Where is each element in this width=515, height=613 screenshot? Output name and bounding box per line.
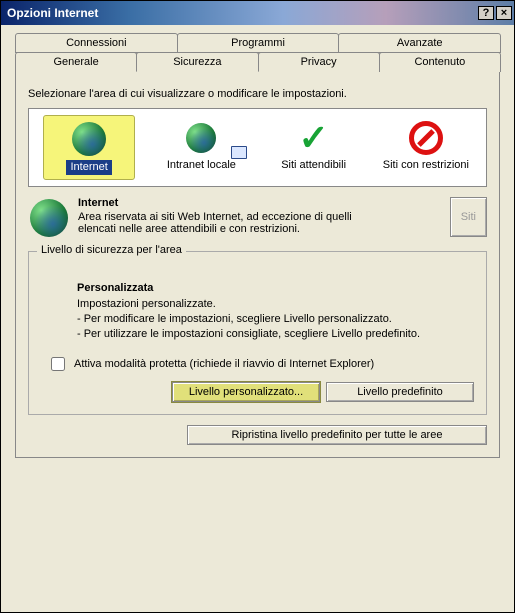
zone-internet[interactable]: Internet [43,115,135,180]
zone-label: Internet [66,160,111,175]
globe-icon [28,197,70,237]
tab-sicurezza[interactable]: Sicurezza [136,52,258,72]
security-level-line: - Per utilizzare le impostazioni consigl… [77,327,472,342]
tabs-row-front: Generale Sicurezza Privacy Contenuto [15,52,500,72]
intranet-icon [157,119,245,157]
restricted-icon [382,119,470,157]
security-level-body: Personalizzata Impostazioni personalizza… [77,282,472,342]
tab-avanzate[interactable]: Avanzate [338,33,501,53]
reset-row: Ripristina livello predefinito per tutte… [28,425,487,445]
tab-contenuto[interactable]: Contenuto [379,52,501,72]
zone-description: Internet Area riservata ai siti Web Inte… [78,197,361,237]
tabs-row-back: Connessioni Programmi Avanzate [15,33,500,53]
sites-button[interactable]: Siti [450,197,487,237]
window: Opzioni Internet ? × Connessioni Program… [0,0,515,613]
zone-restricted[interactable]: Siti con restrizioni [380,115,472,176]
window-title: Opzioni Internet [7,6,476,20]
check-icon: ✓ [270,119,358,157]
close-icon[interactable]: × [496,6,512,20]
globe-icon [46,120,132,158]
help-icon[interactable]: ? [478,6,494,20]
security-level-line: - Per modificare le impostazioni, scegli… [77,312,472,327]
zones-list: Internet Intranet locale ✓ Siti attendib… [28,108,487,187]
zone-instruction: Selezionare l'area di cui visualizzare o… [28,88,487,100]
dialog-body: Connessioni Programmi Avanzate Generale … [1,25,514,472]
tab-programmi[interactable]: Programmi [177,33,340,53]
protected-mode-label: Attiva modalità protetta (richiede il ri… [74,358,374,370]
security-level-legend: Livello di sicurezza per l'area [37,244,186,256]
zone-trusted[interactable]: ✓ Siti attendibili [268,115,360,176]
custom-level-button[interactable]: Livello personalizzato... [172,382,320,402]
zone-description-row: Internet Area riservata ai siti Web Inte… [28,197,487,237]
security-level-line: Impostazioni personalizzate. [77,297,472,312]
reset-all-button[interactable]: Ripristina livello predefinito per tutte… [187,425,487,445]
zone-label: Siti con restrizioni [383,159,469,171]
security-buttons-row: Livello personalizzato... Livello predef… [41,382,474,402]
zone-label: Intranet locale [167,159,236,171]
tab-privacy[interactable]: Privacy [258,52,380,72]
tab-panel: Selezionare l'area di cui visualizzare o… [15,71,500,458]
security-level-heading: Personalizzata [77,282,472,294]
default-level-button[interactable]: Livello predefinito [326,382,474,402]
zone-intranet[interactable]: Intranet locale [155,115,247,176]
tab-connessioni[interactable]: Connessioni [15,33,178,53]
zone-desc-heading: Internet [78,197,361,209]
security-level-group: Livello di sicurezza per l'area Personal… [28,251,487,415]
zone-label: Siti attendibili [281,159,346,171]
tab-generale[interactable]: Generale [15,52,137,72]
protected-mode-checkbox[interactable] [51,357,65,371]
protected-mode-row[interactable]: Attiva modalità protetta (richiede il ri… [47,354,474,374]
titlebar: Opzioni Internet ? × [1,1,514,25]
zone-desc-text: Area riservata ai siti Web Internet, ad … [78,211,361,235]
